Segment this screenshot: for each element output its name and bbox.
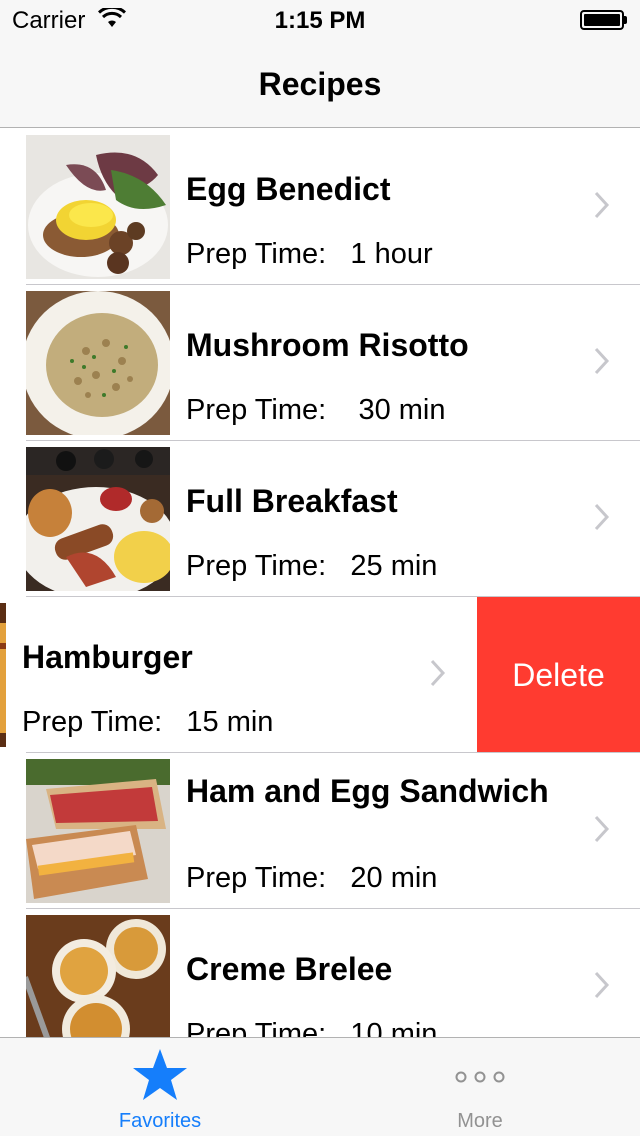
chevron-right-icon <box>594 191 610 219</box>
recipe-table[interactable]: Egg Benedict Prep Time: 1 hour Mushroom … <box>0 129 640 1037</box>
recipe-title: Ham and Egg Sandwich <box>186 773 549 809</box>
chevron-right-icon <box>430 659 446 687</box>
recipe-prep-time: Prep Time: 1 hour <box>186 238 433 270</box>
chevron-right-icon <box>594 503 610 531</box>
star-icon <box>133 1049 187 1100</box>
navigation-bar: Recipes <box>0 40 640 128</box>
delete-button[interactable]: Delete <box>477 597 640 753</box>
page-title: Recipes <box>258 66 382 102</box>
chevron-right-icon <box>594 971 610 999</box>
creme-brelee-photo <box>26 915 170 1037</box>
tab-bar: Favorites More <box>0 1037 640 1136</box>
recipe-title: Hamburger <box>22 639 193 675</box>
recipe-prep-time: Prep Time: 25 min <box>186 550 438 582</box>
recipe-prep-time: Prep Time: 15 min <box>22 706 274 738</box>
tab-favorites[interactable]: Favorites <box>0 1038 320 1136</box>
recipe-row-creme-brelee[interactable]: Creme Brelee Prep Time: 10 min <box>0 909 640 1037</box>
recipe-prep-time: Prep Time: 30 min <box>186 394 446 426</box>
recipe-title: Mushroom Risotto <box>186 327 469 363</box>
tab-favorites-label: Favorites <box>118 1110 202 1132</box>
recipe-row-mushroom-risotto[interactable]: Mushroom Risotto Prep Time: 30 min <box>0 285 640 441</box>
hamburger-photo <box>0 603 6 747</box>
mushroom-risotto-photo <box>26 291 170 435</box>
ham-egg-sandwich-photo <box>26 759 170 903</box>
tab-more[interactable]: More <box>320 1038 640 1136</box>
tab-more-label: More <box>457 1110 503 1132</box>
more-icon <box>455 1071 505 1083</box>
chevron-right-icon <box>594 815 610 843</box>
recipe-title: Creme Brelee <box>186 951 393 987</box>
recipe-prep-time: Prep Time: 10 min <box>186 1018 438 1037</box>
recipe-row-full-breakfast[interactable]: Full Breakfast Prep Time: 25 min <box>0 441 640 597</box>
status-time: 1:15 PM <box>274 7 366 34</box>
egg-benedict-photo <box>26 135 170 279</box>
status-bar: Carrier 1:15 PM <box>0 0 640 40</box>
recipe-row-ham-and-egg-sandwich[interactable]: Ham and Egg Sandwich Prep Time: 20 min <box>0 753 640 909</box>
recipe-row-egg-benedict[interactable]: Egg Benedict Prep Time: 1 hour <box>0 129 640 285</box>
chevron-right-icon <box>594 347 610 375</box>
recipe-prep-time: Prep Time: 20 min <box>186 862 438 894</box>
recipe-row-hamburger[interactable]: Hamburger Prep Time: 15 min Delete <box>0 597 640 753</box>
battery-icon <box>580 10 628 32</box>
recipe-title: Full Breakfast <box>186 483 398 519</box>
full-breakfast-photo <box>26 447 170 591</box>
recipe-title: Egg Benedict <box>186 171 391 207</box>
